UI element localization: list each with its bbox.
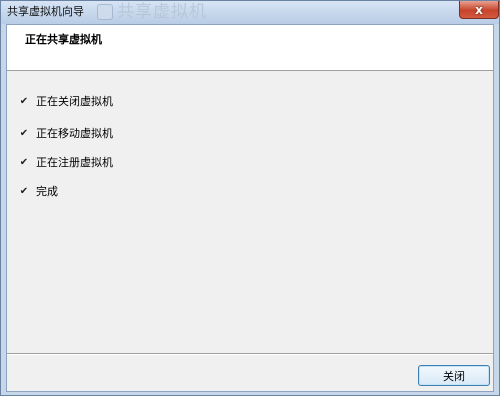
page-title: 正在共享虚拟机 <box>25 33 102 46</box>
step-finish: ✔ 完成 <box>19 185 219 199</box>
step-label: 正在移动虚拟机 <box>36 127 113 140</box>
step-label: 正在关闭虚拟机 <box>36 95 113 108</box>
close-button[interactable]: 关闭 <box>418 365 490 386</box>
step-label: 完成 <box>36 185 58 198</box>
window-close-button[interactable]: x <box>459 1 499 19</box>
close-icon: x <box>475 2 483 17</box>
footer-divider-highlight <box>7 354 493 355</box>
step-register: ✔ 正在注册虚拟机 <box>19 156 219 170</box>
title-bar[interactable]: 共享虚拟机向导 共享虚拟机 x <box>1 1 499 24</box>
check-icon: ✔ <box>19 128 29 139</box>
check-icon: ✔ <box>19 157 29 168</box>
wizard-header: 正在共享虚拟机 <box>7 25 493 71</box>
wizard-body: 正在共享虚拟机 ✔ 正在关闭虚拟机 ✔ 正在移动虚拟机 ✔ 正在注册虚拟机 ✔ … <box>6 24 494 392</box>
wizard-window: 共享虚拟机向导 共享虚拟机 x 正在共享虚拟机 ✔ 正在关闭虚拟机 ✔ 正在移动… <box>0 0 500 396</box>
step-label: 正在注册虚拟机 <box>36 156 113 169</box>
check-icon: ✔ <box>19 96 29 107</box>
background-window-title: 共享虚拟机 <box>117 2 207 22</box>
window-title: 共享虚拟机向导 <box>7 5 84 18</box>
step-move: ✔ 正在移动虚拟机 <box>19 127 219 141</box>
step-shutdown: ✔ 正在关闭虚拟机 <box>19 95 219 109</box>
background-window-icon <box>97 4 113 20</box>
check-icon: ✔ <box>19 186 29 197</box>
